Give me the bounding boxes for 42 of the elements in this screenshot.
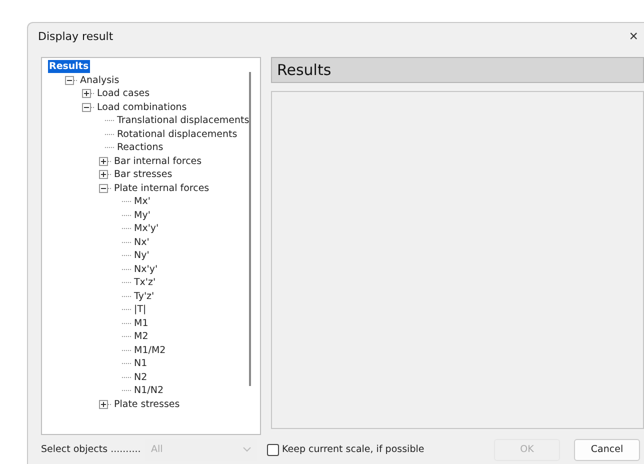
tree-item[interactable]: Bar stresses xyxy=(113,168,174,182)
tree-item[interactable]: |T| xyxy=(133,303,148,316)
tree-item[interactable]: Translational displacements xyxy=(116,114,250,128)
collapse-icon[interactable] xyxy=(65,76,74,85)
collapse-icon[interactable] xyxy=(82,102,91,112)
select-objects-label: Select objects .......... xyxy=(41,444,142,455)
tree-item[interactable]: Bar internal forces xyxy=(113,154,203,168)
tree-item[interactable]: M2 xyxy=(133,330,150,344)
keep-scale-label: Keep current scale, if possible xyxy=(282,444,424,455)
cancel-button[interactable]: Cancel xyxy=(574,438,640,460)
keep-scale-checkbox[interactable] xyxy=(267,444,279,456)
chevron-down-icon xyxy=(243,447,251,452)
tree-item[interactable]: Nx' xyxy=(133,236,150,249)
tree-item[interactable]: M1/M2 xyxy=(133,344,167,357)
tree-item[interactable]: Mx'y' xyxy=(133,222,160,236)
tree-item[interactable]: M1 xyxy=(133,316,150,330)
tree-item[interactable]: Plate internal forces xyxy=(113,182,210,195)
close-button[interactable]: × xyxy=(625,28,642,46)
tree-item[interactable]: Plate stresses xyxy=(113,398,181,411)
tree-item[interactable]: N2 xyxy=(133,370,148,384)
tree-item[interactable]: Nx'y' xyxy=(133,262,159,276)
tree-item[interactable]: N1/N2 xyxy=(133,384,165,398)
window-title: Display result xyxy=(38,30,114,44)
expand-icon[interactable] xyxy=(99,400,108,409)
tree-item[interactable]: Rotational displacements xyxy=(116,128,238,141)
scrollbar-thumb[interactable] xyxy=(249,72,251,386)
tree-item[interactable]: Ny' xyxy=(133,249,150,262)
expand-icon[interactable] xyxy=(99,156,108,166)
panel-header: Results xyxy=(271,57,644,84)
tree-item[interactable]: Reactions xyxy=(116,141,164,154)
tree-item[interactable]: Mx' xyxy=(133,195,152,208)
expand-icon[interactable] xyxy=(82,89,91,98)
tree-item[interactable]: Analysis xyxy=(79,74,120,87)
tree-item[interactable]: N1 xyxy=(133,357,148,370)
tree-item[interactable]: Results xyxy=(48,60,90,74)
expand-icon[interactable] xyxy=(99,170,108,180)
collapse-icon[interactable] xyxy=(99,184,108,193)
tree-item[interactable]: Ty'z' xyxy=(133,290,156,303)
tree-item[interactable]: Load cases xyxy=(96,87,151,100)
tree-item[interactable]: Load combinations xyxy=(96,100,188,114)
tree-item[interactable]: Tx'z' xyxy=(133,276,157,290)
tree-item[interactable]: My' xyxy=(133,208,152,222)
